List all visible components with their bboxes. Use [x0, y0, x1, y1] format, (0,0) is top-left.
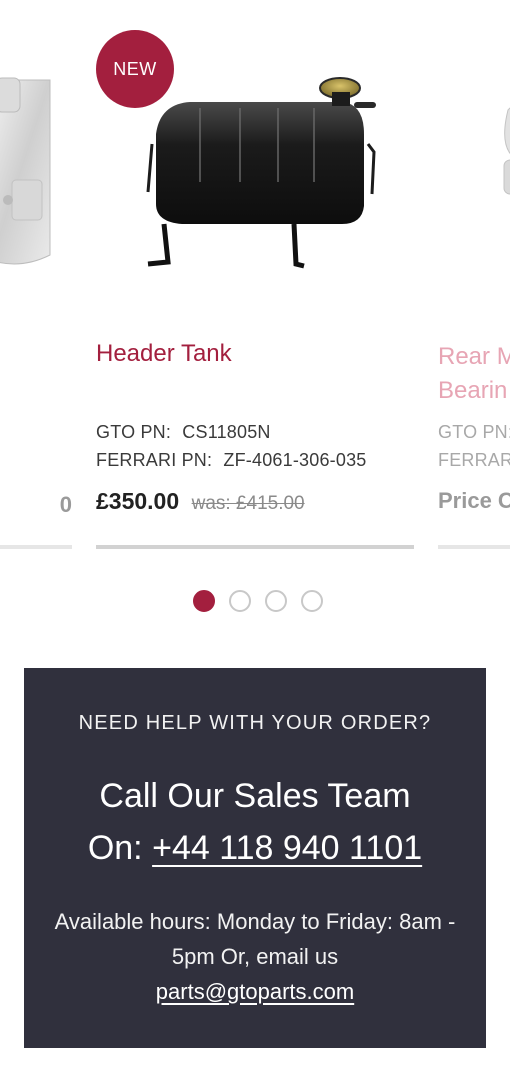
- was-price: was: £415.00: [191, 493, 305, 514]
- price-row: £350.00 was: £415.00: [96, 488, 305, 515]
- carousel-dot-2[interactable]: [229, 590, 251, 612]
- card-underline: [438, 545, 510, 549]
- help-headline: Call Our Sales Team On: +44 118 940 1101: [24, 770, 486, 874]
- phone-link[interactable]: +44 118 940 1101: [152, 829, 422, 867]
- price-fragment: 0: [59, 492, 72, 517]
- gto-pn-value: CS11805N: [182, 422, 271, 442]
- ferrari-pn-label-next: FERRARI: [438, 450, 510, 470]
- help-hours: Available hours: Monday to Friday: 8am -…: [54, 904, 456, 1009]
- gto-part-number: GTO PN: CS11805N: [96, 422, 271, 443]
- carousel-dot-3[interactable]: [265, 590, 287, 612]
- hours-text: Available hours: Monday to Friday: 8am -…: [54, 909, 456, 969]
- ferrari-pn-label: FERRARI PN:: [96, 450, 213, 470]
- product-image-next[interactable]: [468, 80, 510, 220]
- product-card-previous[interactable]: 0: [0, 0, 72, 560]
- help-headline-line1: Call Our Sales Team: [99, 777, 411, 815]
- price-row-next: Price C: [438, 488, 510, 514]
- order-help-panel: NEED HELP WITH YOUR ORDER? Call Our Sale…: [24, 668, 486, 1048]
- product-title-next-line2: Bearin: [438, 377, 508, 404]
- gto-pn-label-next: GTO PN:: [438, 422, 510, 442]
- product-image-previous[interactable]: [0, 60, 72, 290]
- gto-pn-label: GTO PN:: [96, 422, 172, 442]
- help-eyebrow: NEED HELP WITH YOUR ORDER?: [78, 712, 432, 734]
- carousel-dot-4[interactable]: [301, 590, 323, 612]
- card-underline: [0, 545, 72, 549]
- current-price: £350.00: [96, 488, 180, 514]
- product-card-header-tank[interactable]: NEW Header Tank GTO PN: CS11805N FERRARI…: [96, 0, 414, 560]
- ferrari-pn-value: ZF-4061-306-035: [223, 450, 367, 470]
- product-title-next-line1: Rear M: [438, 343, 510, 370]
- product-title[interactable]: Header Tank: [96, 340, 232, 368]
- card-underline: [96, 545, 414, 549]
- product-card-next[interactable]: Rear M Bearin GTO PN: FERRARI Price C: [438, 0, 510, 560]
- carousel-pagination: [0, 590, 510, 612]
- help-headline-prefix: On:: [87, 829, 143, 867]
- product-carousel[interactable]: 0 NEW Header Tank GTO PN: CS11805N FERRA…: [0, 0, 510, 640]
- ferrari-part-number: FERRARI PN: ZF-4061-306-035: [96, 450, 367, 471]
- carousel-dot-1[interactable]: [193, 590, 215, 612]
- header-tank-image[interactable]: [142, 74, 382, 280]
- price-fragment-next: Price C: [438, 488, 510, 513]
- help-headline-line2: On: +44 118 940 1101: [24, 822, 486, 874]
- product-title-next[interactable]: Rear M Bearin: [438, 340, 510, 408]
- email-link[interactable]: parts@gtoparts.com: [156, 979, 354, 1004]
